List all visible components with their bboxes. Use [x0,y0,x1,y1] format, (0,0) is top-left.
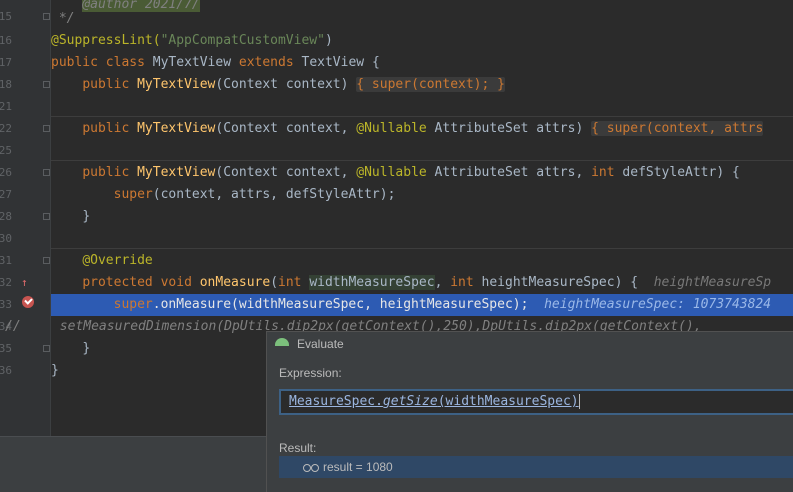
code-line: @Override [82,253,153,268]
fold-icon[interactable] [43,125,50,132]
override-icon[interactable]: ↑ [21,272,28,294]
fold-icon[interactable] [43,213,50,220]
gutter-line: 16 [0,34,12,47]
fold-icon[interactable] [43,345,50,352]
gutter-line: 36 [0,364,12,377]
code-line: public MyTextView(Context context, @Null… [82,121,764,136]
result-row[interactable]: result = 1080 [279,456,793,478]
android-icon [275,338,289,346]
gutter-line: 25 [0,144,12,157]
evaluate-dialog[interactable]: Evaluate Expression: MeasureSpec.getSize… [266,331,793,492]
fold-icon[interactable] [43,81,50,88]
expression-input[interactable]: MeasureSpec.getSize(widthMeasureSpec) [279,389,793,415]
code-line: @SuppressLint("AppCompatCustomView") [51,33,333,48]
text-caret [578,394,580,409]
execution-point-line: super.onMeasure(widthMeasureSpec, height… [51,294,793,316]
method-separator [51,160,793,161]
method-separator [51,116,793,117]
expression-label: Expression: [279,366,342,380]
result-value: result = 1080 [323,460,393,474]
code-line: public class MyTextView extends TextView… [51,55,380,70]
code-line: } [82,209,91,224]
gutter-line: 27 [0,188,12,201]
dialog-title: Evaluate [297,337,344,351]
fold-icon[interactable] [43,13,50,20]
code-line: super(context, attrs, defStyleAttr); [113,187,396,202]
gutter-line: 17 [0,56,12,69]
fold-icon[interactable] [43,257,50,264]
fold-icon[interactable] [43,169,50,176]
method-separator [51,248,793,249]
breakpoint-icon[interactable] [22,296,34,308]
gutter-line: 21 [0,100,12,113]
code-line: public MyTextView(Context context, @Null… [82,165,740,180]
code-line: */ [51,11,75,26]
dialog-title-bar[interactable]: Evaluate [267,332,793,356]
gutter-line: 30 [0,232,12,245]
code-line: protected void onMeasure(int widthMeasur… [82,275,772,290]
bottom-panel [0,436,268,492]
code-line: public MyTextView(Context context) { sup… [82,77,505,92]
watch-glasses-icon [303,464,319,472]
result-label: Result: [279,441,317,455]
editor-gutter[interactable]: 15 16 17 18 21 22 25 26 27 28 30 31 32 3… [0,0,51,491]
